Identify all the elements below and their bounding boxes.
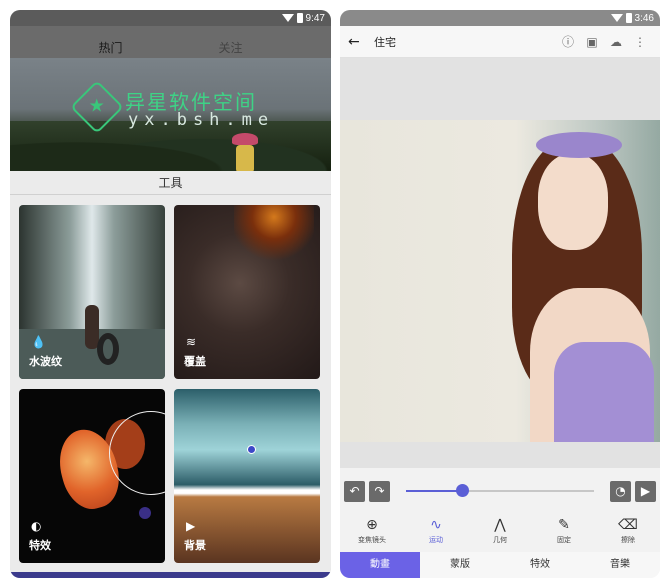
wifi-icon bbox=[281, 14, 294, 22]
battery-icon bbox=[625, 13, 632, 23]
redo-button[interactable]: ↷ bbox=[369, 480, 390, 502]
card-label: 覆盖 bbox=[184, 355, 206, 368]
save-icon[interactable]: ▣ bbox=[580, 35, 604, 49]
status-time: 3:46 bbox=[634, 12, 654, 24]
page-title: 住宅 bbox=[374, 35, 396, 49]
tool-motion[interactable]: ∿ 运动 bbox=[408, 517, 464, 545]
brand-url: yx.bsh.me bbox=[128, 110, 275, 130]
timeline-slider[interactable] bbox=[406, 481, 594, 501]
edited-photo[interactable] bbox=[340, 120, 660, 442]
tab-animation[interactable]: 動畫 bbox=[340, 552, 420, 578]
play-icon: ▶ bbox=[640, 484, 651, 498]
speed-button[interactable]: ◔ bbox=[610, 480, 631, 502]
tools-sheet: 工具 💧 水波纹 ≋ 覆盖 ◐ 特效 ▶ 背景 bbox=[10, 171, 331, 578]
hiker-image bbox=[230, 133, 260, 171]
status-time: 9:47 bbox=[305, 12, 325, 24]
tool-card-ripple[interactable]: 💧 水波纹 bbox=[19, 205, 165, 379]
more-menu-icon[interactable]: ⋮ bbox=[628, 35, 652, 49]
tool-zoom[interactable]: ⊕ 变焦镜头 bbox=[344, 517, 400, 545]
play-button[interactable]: ▶ bbox=[635, 480, 656, 502]
water-drop-icon: 💧 bbox=[31, 335, 46, 349]
status-bar: 9:47 bbox=[10, 10, 331, 26]
battery-icon bbox=[296, 13, 303, 23]
tab-music[interactable]: 音樂 bbox=[580, 552, 660, 578]
tool-card-background[interactable]: ▶ 背景 bbox=[174, 389, 320, 563]
tool-card-overlay[interactable]: ≋ 覆盖 bbox=[174, 205, 320, 379]
tool-card-effects[interactable]: ◐ 特效 bbox=[19, 389, 165, 563]
slider-knob[interactable] bbox=[456, 484, 470, 497]
tool-pin[interactable]: ✎ 固定 bbox=[536, 517, 592, 545]
eraser-icon: ⌫ bbox=[618, 517, 638, 533]
bottom-accent-bar bbox=[10, 572, 331, 578]
layers-icon: ≋ bbox=[186, 335, 197, 349]
undo-icon: ↶ bbox=[349, 484, 360, 498]
left-phone-screen: 9:47 热门 关注 ★ 异星软件空间 yx.bsh.me 工具 💧 水波纹 ≋… bbox=[10, 10, 331, 578]
canvas-bottom-area bbox=[340, 442, 660, 468]
right-phone-screen: 3:46 ← 住宅 ⓘ ▣ ☁ ⋮ ↶ ↷ ◔ ▶ ⊕ 变焦镜头 ∿ 运动 ⋀ 几何 … bbox=[340, 10, 660, 578]
canvas-top-area bbox=[340, 58, 660, 120]
playback-controls: ↶ ↷ ◔ ▶ bbox=[340, 476, 660, 506]
tool-eraser[interactable]: ⌫ 擦除 bbox=[600, 517, 656, 545]
tab-effects[interactable]: 特效 bbox=[500, 552, 580, 578]
cloud-upload-icon[interactable]: ☁ bbox=[604, 35, 628, 49]
tab-mask[interactable]: 蒙版 bbox=[420, 552, 500, 578]
card-label: 特效 bbox=[29, 539, 51, 552]
tool-row: ⊕ 变焦镜头 ∿ 运动 ⋀ 几何 ✎ 固定 ⌫ 擦除 bbox=[340, 510, 660, 552]
toggle-icon: ◐ bbox=[31, 519, 42, 533]
geometry-icon: ⋀ bbox=[494, 517, 506, 533]
card-label: 背景 bbox=[184, 539, 206, 552]
zoom-icon: ⊕ bbox=[366, 517, 378, 533]
play-icon: ▶ bbox=[186, 519, 196, 533]
motion-path-icon: ∿ bbox=[430, 517, 442, 533]
redo-icon: ↷ bbox=[374, 484, 385, 498]
section-title: 工具 bbox=[10, 171, 331, 195]
undo-button[interactable]: ↶ bbox=[344, 480, 365, 502]
speedometer-icon: ◔ bbox=[615, 484, 626, 498]
back-arrow-icon[interactable]: ← bbox=[348, 34, 374, 50]
editor-toolbar: ← 住宅 ⓘ ▣ ☁ ⋮ bbox=[340, 26, 660, 58]
pin-icon: ✎ bbox=[558, 517, 570, 533]
status-bar: 3:46 bbox=[340, 10, 660, 26]
tool-geometry[interactable]: ⋀ 几何 bbox=[472, 517, 528, 545]
card-label: 水波纹 bbox=[29, 355, 62, 368]
wifi-icon bbox=[610, 14, 623, 22]
mode-tabs: 動畫 蒙版 特效 音樂 bbox=[340, 552, 660, 578]
info-icon[interactable]: ⓘ bbox=[556, 33, 580, 50]
promo-banner[interactable]: ★ 异星软件空间 yx.bsh.me bbox=[10, 58, 331, 171]
